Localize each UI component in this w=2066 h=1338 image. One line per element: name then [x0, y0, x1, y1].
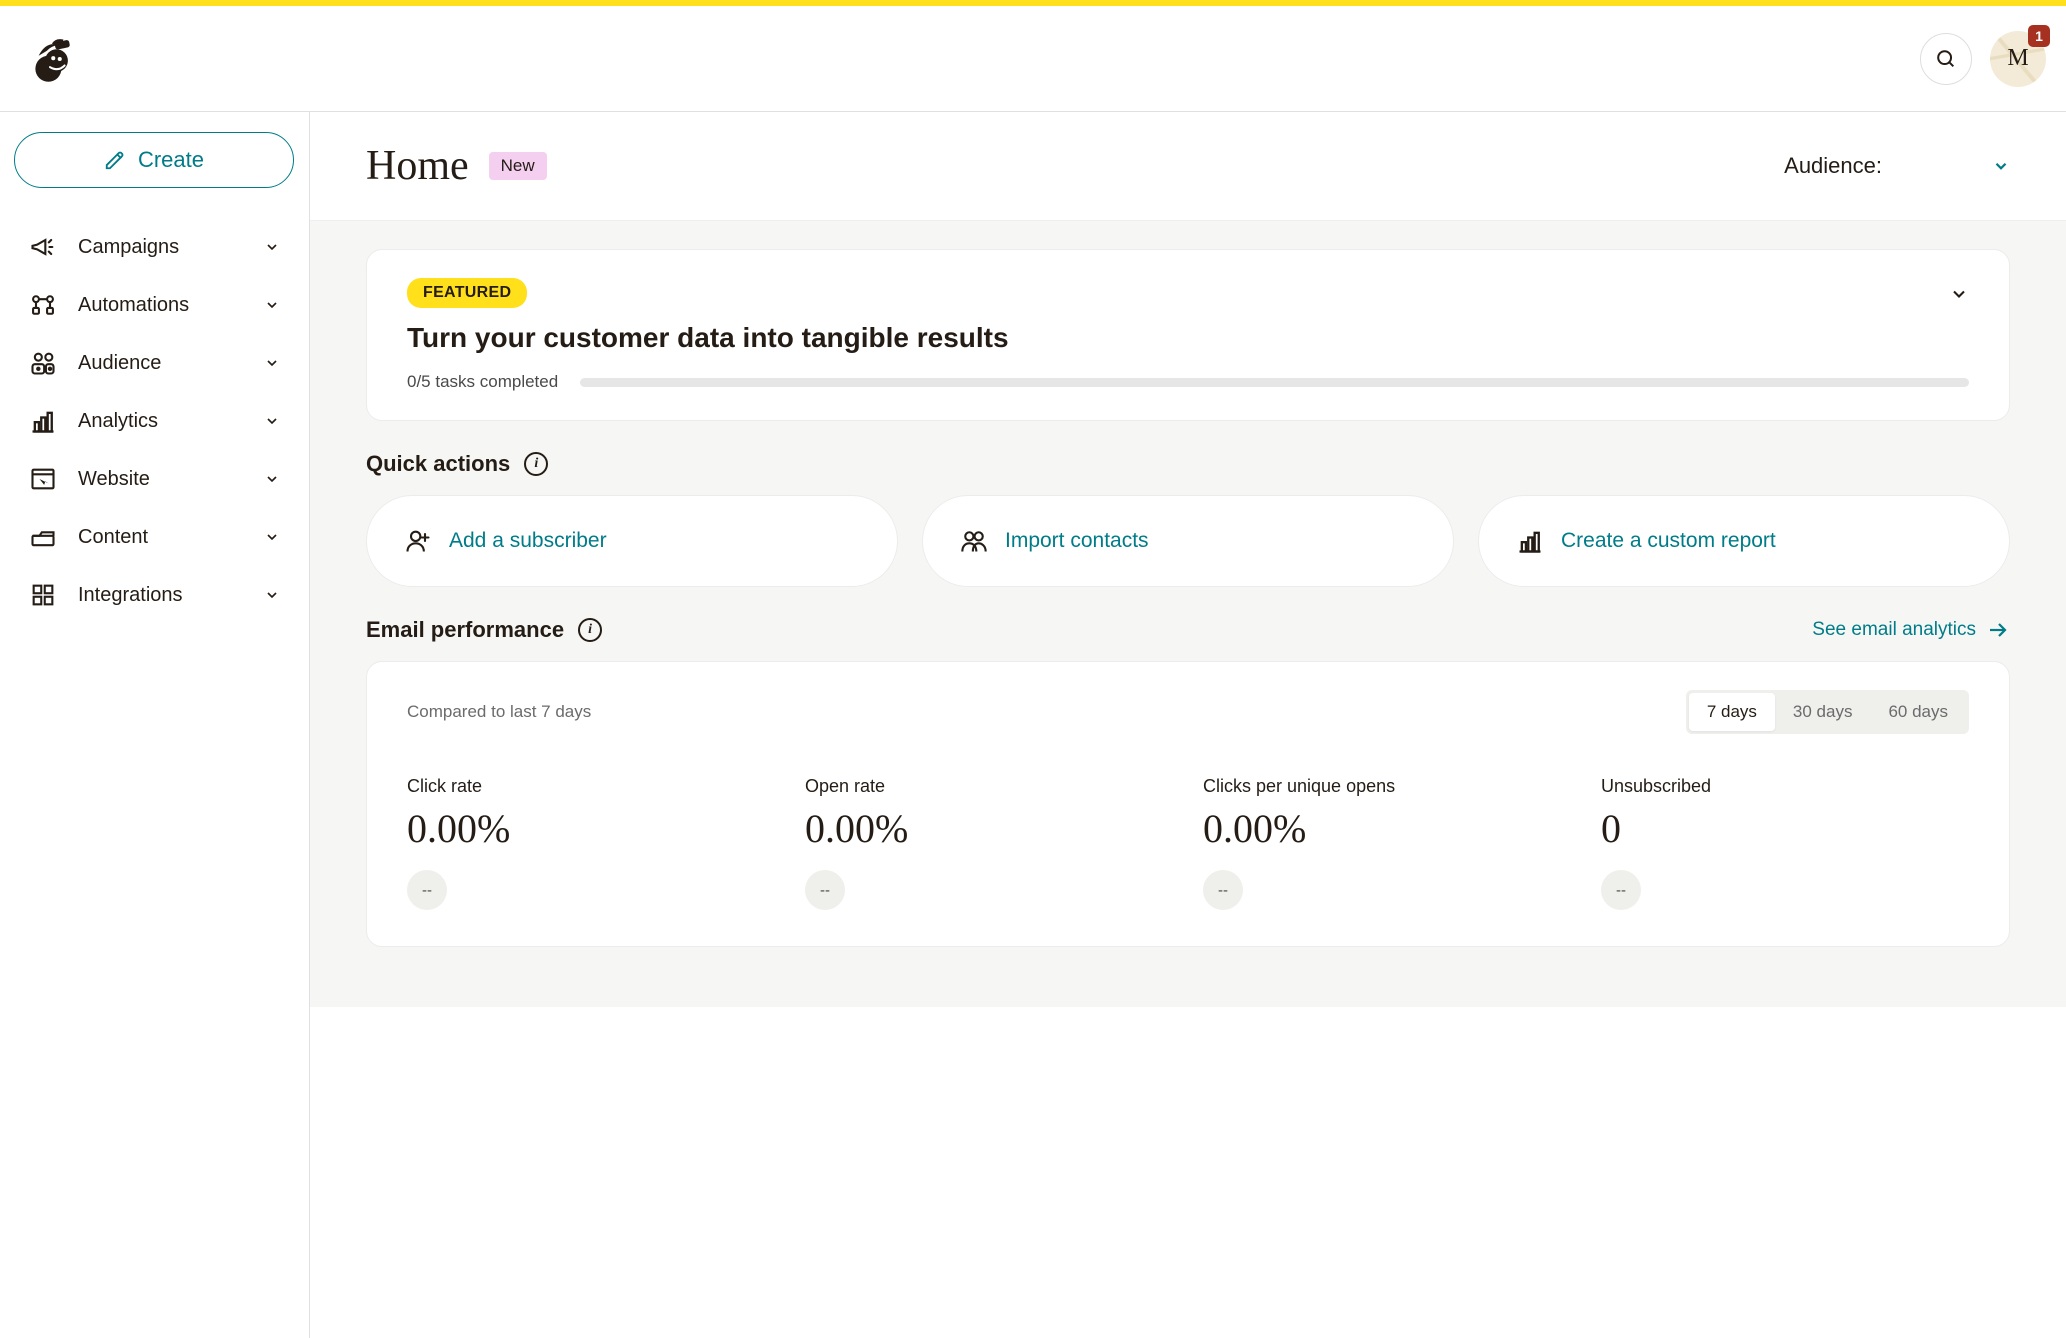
header-bar: M 1: [0, 6, 2066, 112]
sidebar-item-label: Content: [78, 526, 243, 549]
metric-delta: --: [1203, 870, 1243, 910]
metric-label: Unsubscribed: [1601, 776, 1969, 797]
audience-label: Audience:: [1784, 153, 1882, 179]
website-icon: [28, 464, 58, 494]
sidebar-item-analytics[interactable]: Analytics: [14, 392, 295, 450]
metric-click-rate: Click rate 0.00% --: [407, 776, 775, 910]
sidebar: Create Campaigns: [0, 112, 310, 1338]
metric-open-rate: Open rate 0.00% --: [805, 776, 1173, 910]
sidebar-item-label: Website: [78, 468, 243, 491]
chevron-down-icon: [263, 470, 281, 488]
email-performance-title: Email performance: [366, 617, 564, 643]
sidebar-item-label: Audience: [78, 352, 243, 375]
content-icon: [28, 522, 58, 552]
featured-tag: FEATURED: [407, 278, 527, 308]
audience-icon: [28, 348, 58, 378]
metric-delta: --: [407, 870, 447, 910]
progress-text: 0/5 tasks completed: [407, 372, 558, 392]
avatar-letter: M: [2007, 45, 2028, 72]
metric-value: 0.00%: [407, 805, 775, 852]
add-subscriber-icon: [403, 526, 433, 556]
megaphone-icon: [28, 232, 58, 262]
main-header: Home New Audience:: [310, 112, 2066, 221]
metric-label: Open rate: [805, 776, 1173, 797]
sidebar-item-label: Analytics: [78, 410, 243, 433]
info-icon[interactable]: i: [524, 452, 548, 476]
quick-action-label: Import contacts: [1005, 527, 1149, 554]
search-icon: [1935, 48, 1957, 70]
progress-bar: [580, 378, 1969, 387]
quick-action-label: Create a custom report: [1561, 527, 1776, 554]
chevron-down-icon: [1992, 157, 2010, 175]
metric-clicks-unique-opens: Clicks per unique opens 0.00% --: [1203, 776, 1571, 910]
analytics-icon: [28, 406, 58, 436]
tab-7-days[interactable]: 7 days: [1689, 693, 1775, 731]
quick-action-add-subscriber[interactable]: Add a subscriber: [366, 495, 898, 587]
metric-unsubscribed: Unsubscribed 0 --: [1601, 776, 1969, 910]
featured-toggle[interactable]: [1949, 284, 1969, 304]
chevron-down-icon: [1949, 284, 1969, 304]
page-title: Home: [366, 142, 469, 190]
sidebar-item-label: Integrations: [78, 584, 243, 607]
report-icon: [1515, 526, 1545, 556]
chevron-down-icon: [263, 296, 281, 314]
sidebar-item-automations[interactable]: Automations: [14, 276, 295, 334]
sidebar-item-website[interactable]: Website: [14, 450, 295, 508]
pencil-icon: [104, 149, 126, 171]
integrations-icon: [28, 580, 58, 610]
featured-title: Turn your customer data into tangible re…: [407, 322, 1969, 354]
audience-selector[interactable]: Audience:: [1784, 153, 2010, 179]
compared-text: Compared to last 7 days: [407, 702, 591, 722]
info-icon[interactable]: i: [578, 618, 602, 642]
tab-30-days[interactable]: 30 days: [1775, 693, 1871, 731]
quick-action-label: Add a subscriber: [449, 527, 607, 554]
avatar-container: M 1: [1990, 31, 2046, 87]
search-button[interactable]: [1920, 33, 1972, 85]
see-link-label: See email analytics: [1812, 619, 1976, 641]
sidebar-item-label: Automations: [78, 294, 243, 317]
metric-delta: --: [1601, 870, 1641, 910]
main-content: Home New Audience: FEATURED Turn your cu…: [310, 112, 2066, 1338]
metric-label: Clicks per unique opens: [1203, 776, 1571, 797]
sidebar-item-audience[interactable]: Audience: [14, 334, 295, 392]
metric-label: Click rate: [407, 776, 775, 797]
new-badge: New: [489, 152, 547, 180]
sidebar-item-label: Campaigns: [78, 236, 243, 259]
chevron-down-icon: [263, 586, 281, 604]
tab-60-days[interactable]: 60 days: [1870, 693, 1966, 731]
chevron-down-icon: [263, 412, 281, 430]
sidebar-item-content[interactable]: Content: [14, 508, 295, 566]
see-email-analytics-link[interactable]: See email analytics: [1812, 618, 2010, 642]
import-contacts-icon: [959, 526, 989, 556]
create-button[interactable]: Create: [14, 132, 294, 188]
sidebar-item-integrations[interactable]: Integrations: [14, 566, 295, 624]
quick-action-import-contacts[interactable]: Import contacts: [922, 495, 1454, 587]
featured-card: FEATURED Turn your customer data into ta…: [366, 249, 2010, 421]
sidebar-item-campaigns[interactable]: Campaigns: [14, 218, 295, 276]
chevron-down-icon: [263, 354, 281, 372]
email-performance-card: Compared to last 7 days 7 days 30 days 6…: [366, 661, 2010, 947]
chevron-down-icon: [263, 238, 281, 256]
time-range-tabs: 7 days 30 days 60 days: [1686, 690, 1969, 734]
quick-action-create-report[interactable]: Create a custom report: [1478, 495, 2010, 587]
automations-icon: [28, 290, 58, 320]
create-button-label: Create: [138, 147, 204, 173]
metric-delta: --: [805, 870, 845, 910]
quick-actions-title: Quick actions: [366, 451, 510, 477]
chevron-down-icon: [263, 528, 281, 546]
notification-badge[interactable]: 1: [2028, 25, 2050, 47]
metric-value: 0.00%: [1203, 805, 1571, 852]
metric-value: 0.00%: [805, 805, 1173, 852]
metric-value: 0: [1601, 805, 1969, 852]
mailchimp-logo-icon: [24, 33, 76, 85]
logo[interactable]: [20, 29, 80, 89]
arrow-right-icon: [1986, 618, 2010, 642]
